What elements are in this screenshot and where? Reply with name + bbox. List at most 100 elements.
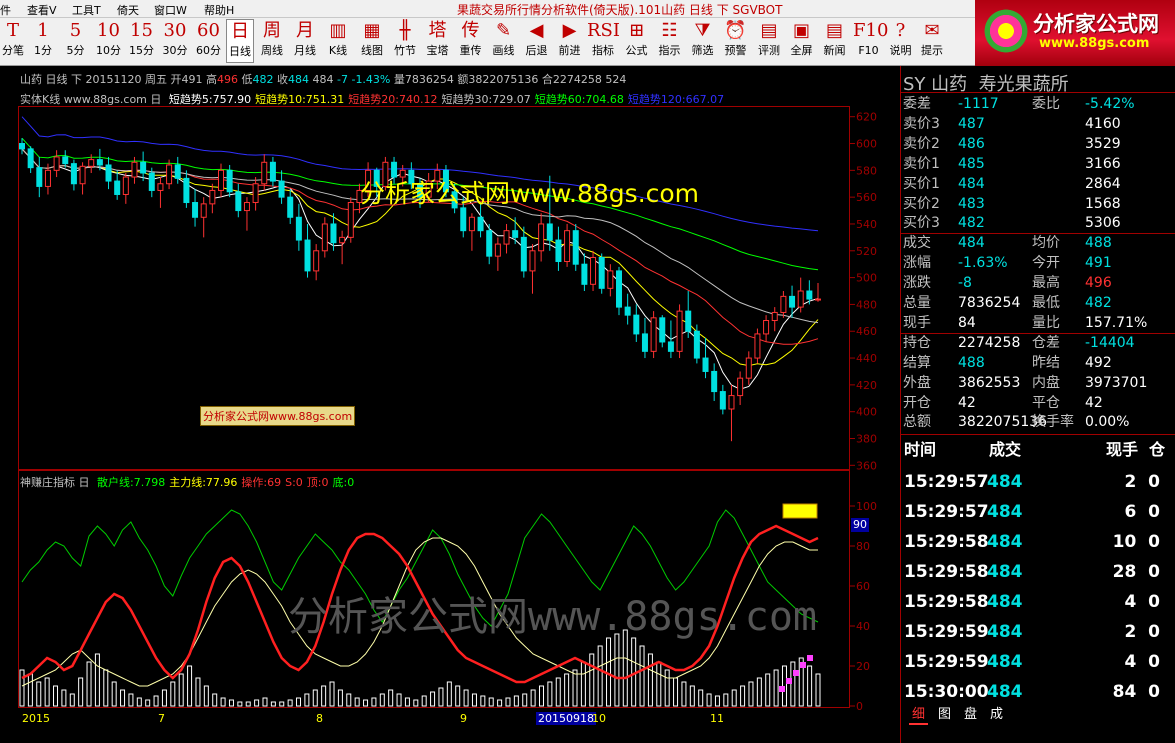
menu-yitian[interactable]: 倚天 bbox=[117, 2, 139, 18]
quote-label2: 昨结 bbox=[1032, 354, 1060, 371]
toolbar-button-2[interactable]: 5 5分 bbox=[60, 19, 91, 63]
indicator-signal-square bbox=[793, 670, 799, 676]
toolbar-button-12[interactable]: ╫ 竹节 bbox=[390, 19, 420, 63]
toolbar-button-20[interactable]: ☷ 指示 bbox=[654, 19, 685, 63]
toolbar-icon-11: ▦ bbox=[363, 20, 381, 41]
toolbar-button-3[interactable]: 10 10分 bbox=[93, 19, 124, 63]
tick-oi-value: 0 bbox=[1148, 592, 1160, 612]
chart-area[interactable]: 山药 日线 下 20151120 周五 开491 高496 低482 收484 … bbox=[0, 66, 900, 743]
toolbar-button-9[interactable]: 月 月线 bbox=[290, 19, 320, 63]
toolbar-button-21[interactable]: ⧩ 筛选 bbox=[687, 19, 718, 63]
toolbar-button-5[interactable]: 30 30分 bbox=[159, 19, 191, 63]
toolbar-button-10[interactable]: ▥ K线 bbox=[322, 19, 354, 63]
price-y-tick-label: 540 bbox=[856, 218, 877, 231]
toolbar-button-28[interactable]: ✉ 提示 bbox=[917, 19, 947, 63]
toolbar-button-17[interactable]: ▶ 前进 bbox=[554, 19, 585, 63]
toolbar-label-14: 重传 bbox=[459, 44, 482, 57]
indicator-y-tick-label: 0 bbox=[856, 700, 863, 713]
toolbar-label-24: 全屏 bbox=[790, 44, 813, 57]
toolbar-icon-6: 60 bbox=[197, 20, 220, 41]
toolbar-button-25[interactable]: ▤ 新闻 bbox=[818, 19, 851, 63]
toolbar-button-4[interactable]: 15 15分 bbox=[126, 19, 157, 63]
toolbar-icon-21: ⧩ bbox=[694, 20, 711, 41]
tick-vol-value: 4 bbox=[1124, 652, 1137, 672]
bottom-tab-3[interactable]: 成 bbox=[987, 707, 1006, 723]
toolbar-button-26[interactable]: F10 F10 bbox=[853, 19, 888, 63]
menu-view[interactable]: 查看V bbox=[27, 2, 57, 18]
candle-body bbox=[711, 370, 718, 393]
indicator-histogram-bar bbox=[111, 681, 117, 707]
bottom-tab-0[interactable]: 细 bbox=[909, 707, 929, 725]
ticks-header-time: 时间 bbox=[904, 440, 937, 459]
toolbar-button-15[interactable]: ✎ 画线 bbox=[488, 19, 519, 63]
toolbar-button-18[interactable]: RSI 指标 bbox=[587, 19, 620, 63]
quote-row: 现手 84 量比 157.71% bbox=[901, 313, 1175, 333]
tick-row: 15:29:58 484 4 0 bbox=[901, 587, 1175, 617]
toolbar-label-2: 5分 bbox=[66, 44, 85, 57]
indicator-signal-square bbox=[779, 686, 785, 692]
menu-tools[interactable]: 工具T bbox=[72, 2, 101, 18]
indicator-histogram-bar bbox=[471, 693, 477, 707]
tick-price: 484 bbox=[987, 472, 1023, 492]
candle-body bbox=[520, 236, 527, 272]
watermark-lower: 分析家公式网www.88gs.com bbox=[288, 594, 817, 640]
price-y-tick-label: 560 bbox=[856, 191, 877, 204]
candle-body bbox=[105, 164, 112, 182]
menu-window[interactable]: 窗口W bbox=[154, 2, 187, 18]
candle-body bbox=[131, 161, 138, 178]
indicator-histogram-bar bbox=[61, 689, 67, 707]
candle-body bbox=[295, 216, 302, 241]
quote-value2: 492 bbox=[1085, 354, 1112, 371]
toolbar-button-11[interactable]: ▦ 线图 bbox=[356, 19, 388, 63]
toolbar-button-13[interactable]: 塔 宝塔 bbox=[422, 19, 453, 63]
toolbar-button-8[interactable]: 周 周线 bbox=[256, 19, 288, 63]
indicator-histogram-bar bbox=[723, 693, 729, 707]
toolbar-button-6[interactable]: 60 60分 bbox=[193, 19, 224, 63]
toolbar-button-1[interactable]: 1 1分 bbox=[28, 19, 58, 63]
bottom-tab-2[interactable]: 盘 bbox=[961, 707, 980, 723]
indicator-legend-item-4: 顶:0 bbox=[306, 476, 329, 489]
candle-body bbox=[313, 250, 320, 272]
indicator-histogram-bar bbox=[513, 695, 519, 707]
toolbar-button-24[interactable]: ▣ 全屏 bbox=[787, 19, 816, 63]
indicator-histogram-bar bbox=[538, 685, 544, 707]
indicator-histogram-bar bbox=[404, 697, 410, 707]
toolbar-icon-28: ✉ bbox=[924, 20, 940, 41]
candle-body bbox=[555, 239, 562, 263]
quote-value2: 5306 bbox=[1085, 215, 1121, 232]
indicator-histogram-bar bbox=[706, 693, 712, 707]
toolbar-button-19[interactable]: ⊞ 公式 bbox=[621, 19, 652, 63]
indicator-histogram-bar bbox=[53, 685, 59, 707]
toolbar-icon-23: ▤ bbox=[760, 20, 778, 41]
toolbar-button-14[interactable]: 传 重传 bbox=[455, 19, 486, 63]
toolbar-button-7[interactable]: 日 日线 bbox=[226, 19, 254, 63]
menu-file[interactable]: 件 bbox=[0, 2, 11, 18]
quote-label2: 换手率 bbox=[1032, 414, 1074, 431]
tick-row: 15:29:58 484 10 0 bbox=[901, 527, 1175, 557]
quote-value2: 496 bbox=[1085, 275, 1112, 292]
candle-body bbox=[590, 256, 597, 285]
tick-price: 484 bbox=[987, 502, 1023, 522]
quote-label: 成交 bbox=[903, 235, 931, 252]
app-title: 果蔬交易所行情分析软件(倚天版).101山药 日线 下 SGVBOT bbox=[457, 3, 783, 17]
candle-body bbox=[174, 164, 181, 179]
toolbar-button-0[interactable]: T 分笔 bbox=[0, 19, 26, 63]
toolbar-label-7: 日线 bbox=[229, 45, 251, 58]
toolbar-button-23[interactable]: ▤ 评测 bbox=[753, 19, 785, 63]
candle-body bbox=[797, 290, 804, 308]
bottom-tab-1[interactable]: 图 bbox=[935, 707, 954, 723]
quote-value: 488 bbox=[958, 354, 985, 371]
toolbar-button-22[interactable]: ⏰ 预警 bbox=[720, 19, 751, 63]
quote-value: 486 bbox=[958, 135, 985, 152]
candle-body bbox=[503, 230, 510, 245]
quote-row: 涨幅 -1.63% 今开 491 bbox=[901, 253, 1175, 273]
toolbar-label-4: 15分 bbox=[129, 44, 154, 57]
candle-body bbox=[780, 295, 787, 313]
candle-body bbox=[36, 167, 43, 187]
candle-body bbox=[200, 203, 207, 218]
indicator-histogram-bar bbox=[647, 653, 653, 707]
toolbar-button-27[interactable]: ? 说明 bbox=[886, 19, 915, 63]
toolbar-button-16[interactable]: ◀ 后退 bbox=[521, 19, 552, 63]
menu-help[interactable]: 帮助H bbox=[204, 2, 234, 18]
candle-body bbox=[157, 183, 164, 191]
